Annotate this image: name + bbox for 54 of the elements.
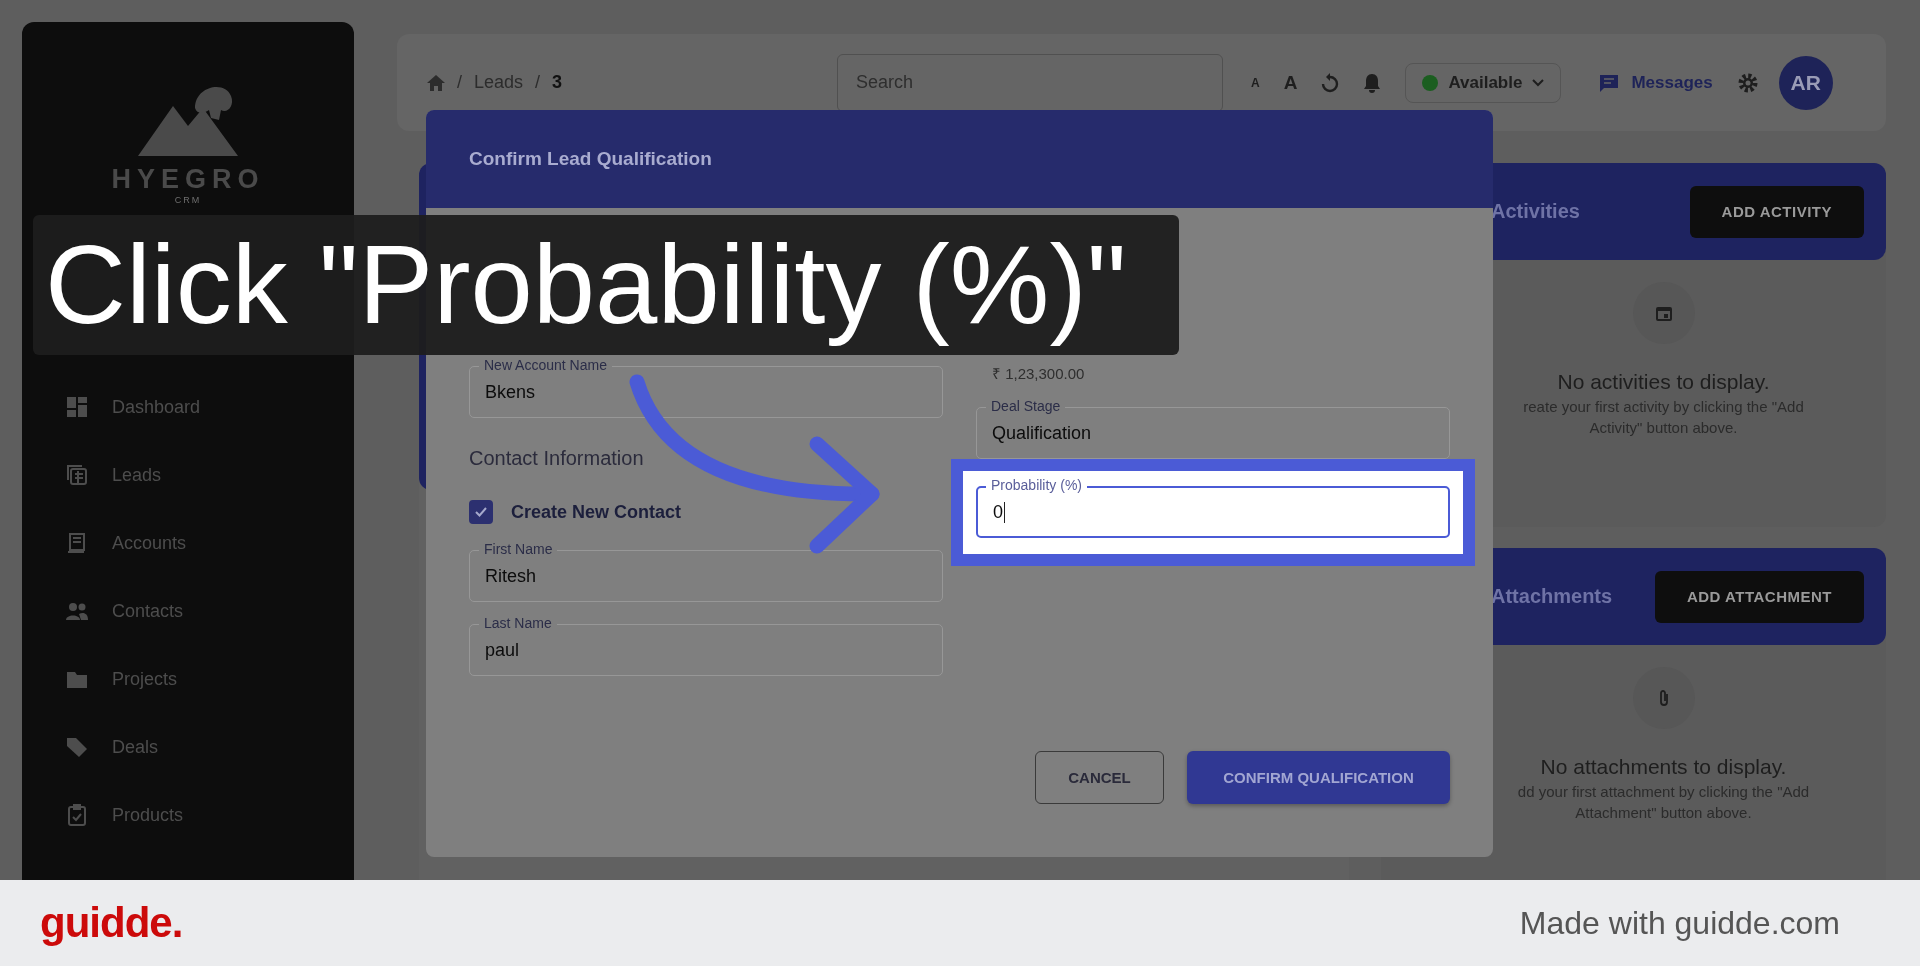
empty-state-title: No activities to display.: [1557, 370, 1770, 394]
chat-icon: [1599, 73, 1620, 92]
sidebar-item[interactable]: Accounts: [22, 509, 354, 577]
settings-icon[interactable]: [1736, 71, 1759, 94]
sidebar-item[interactable]: Dashboard: [22, 373, 354, 441]
sidebar-item[interactable]: Products: [22, 781, 354, 849]
sidebar-item[interactable]: Leads: [22, 441, 354, 509]
field-hint: ₹ 1,23,300.00: [992, 364, 1086, 383]
refresh-icon[interactable]: [1321, 72, 1340, 93]
field-label: Deal Stage: [986, 398, 1066, 415]
breadcrumb-separator: /: [535, 72, 541, 93]
breadcrumb-current: 3: [552, 72, 563, 93]
panel-title: Activities: [1491, 200, 1580, 223]
decrease-font-button[interactable]: A: [1251, 75, 1260, 90]
brand-logo: guidde.: [40, 899, 183, 947]
bell-icon[interactable]: [1363, 72, 1382, 93]
dialog-title: Confirm Lead Qualification: [469, 148, 712, 170]
confirm-button[interactable]: CONFIRM QUALIFICATION: [1187, 751, 1450, 804]
checkbox-label: Create New Contact: [511, 501, 682, 523]
check-icon: [474, 506, 488, 518]
breadcrumb-link[interactable]: Leads: [474, 72, 524, 93]
sidebar-item[interactable]: Contacts: [22, 577, 354, 645]
chevron-down-icon: [1532, 78, 1545, 87]
field-value: Ritesh: [485, 565, 537, 587]
section-heading: Contact Information: [469, 447, 645, 470]
document-icon: [66, 532, 88, 554]
sidebar-item[interactable]: Deals: [22, 713, 354, 781]
field-value: 0: [993, 501, 1005, 523]
field-label: Probability (%): [986, 477, 1088, 494]
calculator-icon: [66, 464, 88, 486]
logo-subtext: CRM: [174, 195, 202, 205]
empty-state-title: No attachments to display.: [1540, 755, 1787, 779]
add-button[interactable]: ADD ACTIVITY: [1689, 185, 1864, 238]
user-avatar[interactable]: AR: [1778, 55, 1833, 110]
footer-tagline: Made with guidde.com: [1519, 904, 1840, 942]
increase-font-button[interactable]: A: [1283, 71, 1298, 94]
dashboard-icon: [66, 396, 88, 418]
clipboard-icon: [66, 804, 88, 826]
field-value: Bkens: [485, 381, 536, 403]
breadcrumb-separator: /: [457, 72, 462, 93]
cancel-button[interactable]: CANCEL: [1035, 751, 1164, 804]
instruction-caption: Click "Probability (%)": [33, 215, 1179, 355]
home-icon[interactable]: [427, 74, 445, 91]
panel-title: Attachments: [1491, 585, 1613, 608]
people-icon: [66, 600, 88, 622]
add-button[interactable]: ADD ATTACHMENT: [1654, 570, 1864, 623]
sidebar-item[interactable]: Projects: [22, 645, 354, 713]
checkbox[interactable]: [469, 500, 493, 524]
logo-text: HYEGRO: [111, 164, 265, 195]
messages-link[interactable]: Messages: [1599, 72, 1713, 93]
field-value: paul: [485, 639, 520, 661]
status-dropdown[interactable]: Available: [1405, 62, 1562, 103]
field-value: Qualification: [992, 422, 1092, 444]
tag-icon: [66, 736, 88, 758]
